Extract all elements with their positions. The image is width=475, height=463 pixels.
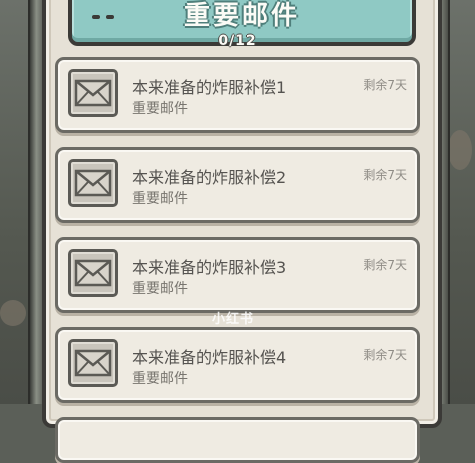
background-decoration — [448, 130, 472, 170]
background-decoration — [0, 300, 26, 326]
mail-title: 本来准备的炸服补偿1 — [132, 78, 287, 97]
envelope-icon — [68, 339, 118, 387]
envelope-icon — [68, 159, 118, 207]
envelope-icon — [68, 69, 118, 117]
mail-category: 重要邮件 — [132, 101, 188, 117]
mail-category: 重要邮件 — [132, 281, 188, 297]
header-decoration — [92, 4, 120, 23]
mail-title: 本来准备的炸服补偿3 — [132, 258, 287, 277]
mail-title: 本来准备的炸服补偿2 — [132, 168, 287, 187]
mail-list: 本来准备的炸服补偿1 重要邮件 剩余7天 本来准备的炸服补偿2 重要邮件 剩余7… — [55, 57, 420, 463]
mail-category: 重要邮件 — [132, 191, 188, 207]
mail-item[interactable]: 本来准备的炸服补偿2 重要邮件 剩余7天 — [55, 147, 420, 223]
mail-remaining-time: 剩余7天 — [363, 168, 407, 182]
mail-item[interactable]: 本来准备的炸服补偿3 重要邮件 剩余7天 — [55, 237, 420, 313]
mail-category: 重要邮件 — [132, 371, 188, 387]
mail-title: 本来准备的炸服补偿4 — [132, 348, 287, 367]
mail-item[interactable]: 本来准备的炸服补偿1 重要邮件 剩余7天 — [55, 57, 420, 133]
watermark-text: 小红书 — [212, 312, 255, 327]
mail-remaining-time: 剩余7天 — [363, 78, 407, 92]
mail-remaining-time: 剩余7天 — [363, 258, 407, 272]
mail-item[interactable]: 本来准备的炸服补偿4 重要邮件 剩余7天 — [55, 327, 420, 403]
mail-counter: 0/12 — [218, 33, 257, 49]
envelope-icon — [68, 249, 118, 297]
mail-remaining-time: 剩余7天 — [363, 348, 407, 362]
mail-item-partial[interactable] — [55, 417, 420, 463]
